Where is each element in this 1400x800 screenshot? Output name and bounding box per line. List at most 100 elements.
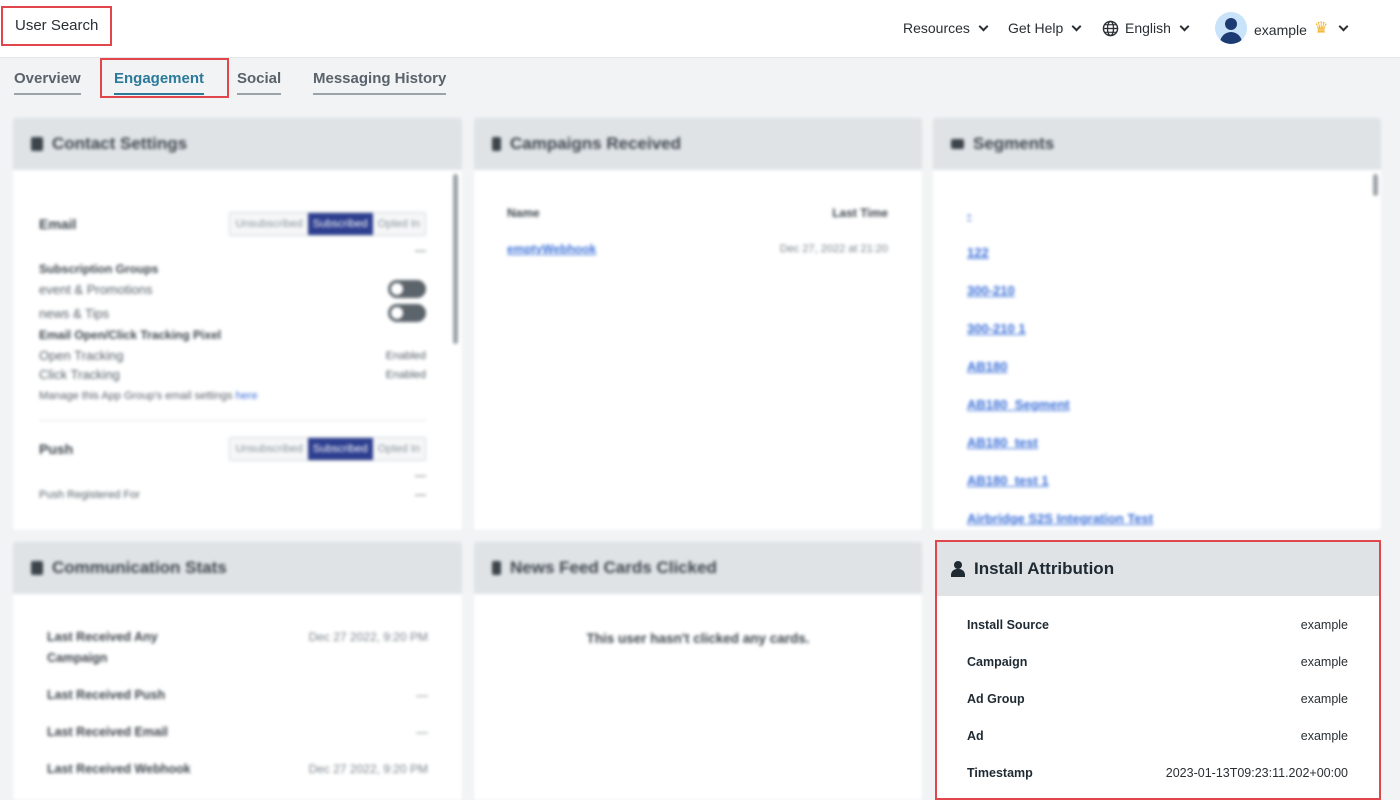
news-feed-title: News Feed Cards Clicked	[510, 558, 717, 577]
email-label: Email	[39, 216, 77, 232]
tab-highlight-box	[100, 58, 229, 98]
column-last-time[interactable]: Last Time	[832, 206, 888, 220]
push-unsubscribed-option[interactable]: Unsubscribed	[230, 438, 308, 460]
contact-settings-header: Contact Settings	[13, 118, 462, 170]
push-registered-row: Push Registered For —	[39, 489, 426, 501]
segment-link[interactable]: AB180_test	[967, 435, 1038, 450]
news-feed-panel: News Feed Cards Clicked This user hasn't…	[474, 542, 922, 800]
campaigns-received-panel: Campaigns Received Name Last Time emptyW…	[474, 118, 922, 530]
segment-link[interactable]: Airbridge S2S Integration Test	[967, 511, 1153, 526]
open-tracking-value: Enabled	[385, 349, 426, 362]
segment-link[interactable]: AB180_test 1	[967, 473, 1049, 488]
push-opted-in-option[interactable]: Opted In	[372, 438, 425, 460]
push-registered-label: Push Registered For	[39, 489, 140, 501]
segments-list: - 122 300-210 300-210 1 AB180 AB180_Segm…	[933, 170, 1381, 530]
segment-link[interactable]: AB180	[967, 359, 1007, 374]
click-tracking-label: Click Tracking	[39, 367, 120, 382]
attribution-value: example	[1300, 655, 1348, 669]
list-item: 122	[967, 244, 1381, 282]
avatar-head	[1225, 18, 1237, 30]
click-tracking-value: Enabled	[385, 368, 426, 381]
contact-settings-body: Email Unsubscribed Subscribed Opted In —…	[13, 212, 462, 501]
list-item: -	[967, 206, 1381, 244]
attribution-label: Timestamp	[967, 766, 1033, 780]
install-attribution-title: Install Attribution	[974, 559, 1115, 578]
click-tracking-row: Click Tracking Enabled	[39, 367, 426, 382]
segment-link[interactable]: 122	[967, 245, 989, 260]
stat-label: Last Received Webhook	[47, 762, 191, 776]
stat-row: Last Received Email —	[47, 722, 428, 759]
get-help-menu[interactable]: Get Help	[1008, 18, 1082, 38]
stat-label: Last Received Push	[47, 688, 166, 702]
attribution-row: Install Source example	[967, 618, 1348, 655]
stat-label: Last Received Email	[47, 725, 168, 739]
subscription-group-switch[interactable]	[388, 280, 426, 298]
stat-row: Last Received Any Campaign Dec 27 2022, …	[47, 627, 428, 685]
chevron-down-icon	[1338, 21, 1349, 31]
phone-icon	[492, 137, 501, 151]
subscription-groups-label: Subscription Groups	[39, 262, 159, 276]
phone-icon	[492, 561, 501, 575]
stat-value: —	[416, 725, 428, 739]
avatar-body	[1220, 32, 1242, 44]
subscription-group-name: news & Tips	[39, 305, 110, 321]
page-title: User Search	[1, 6, 113, 46]
chevron-down-icon	[1179, 21, 1190, 31]
communication-stats-header: Communication Stats	[13, 542, 462, 594]
campaigns-table-header: Name Last Time	[507, 206, 888, 220]
news-feed-empty-text: This user hasn't clicked any cards.	[586, 631, 810, 646]
tab-social[interactable]: Social	[237, 70, 282, 95]
subscription-group-switch[interactable]	[388, 304, 426, 322]
attribution-value: example	[1300, 618, 1348, 632]
email-subscribed-option[interactable]: Subscribed	[307, 213, 373, 235]
campaigns-received-header: Campaigns Received	[474, 118, 922, 170]
list-item: AB180_Segment	[967, 396, 1381, 434]
segment-link[interactable]: 300-210	[967, 283, 1015, 298]
email-opted-in-option[interactable]: Opted In	[372, 213, 425, 235]
email-unsubscribed-option[interactable]: Unsubscribed	[230, 213, 308, 235]
campaigns-received-title: Campaigns Received	[510, 134, 682, 153]
campaigns-table: Name Last Time emptyWebhook Dec 27, 2022…	[474, 170, 922, 256]
push-subscribed-option[interactable]: Subscribed	[307, 438, 373, 460]
manage-email-settings: Manage this App Group's email settings h…	[39, 390, 426, 402]
column-name[interactable]: Name	[507, 206, 540, 220]
avatar[interactable]	[1215, 12, 1247, 44]
attribution-row: Ad example	[967, 729, 1348, 766]
chevron-down-icon	[1071, 21, 1082, 31]
attribution-label: Campaign	[967, 655, 1028, 669]
segment-link[interactable]: AB180_Segment	[967, 397, 1070, 412]
segments-panel: Segments - 122 300-210 300-210 1 AB180 A…	[933, 118, 1381, 530]
resources-menu[interactable]: Resources	[903, 18, 989, 38]
user-menu[interactable]: example	[1254, 20, 1307, 40]
push-subscription-toggle[interactable]: Unsubscribed Subscribed Opted In	[229, 437, 426, 461]
stat-value: Dec 27 2022, 9:20 PM	[308, 762, 428, 776]
chart-icon	[951, 139, 964, 149]
person-icon	[31, 561, 43, 575]
campaign-link[interactable]: emptyWebhook	[507, 242, 596, 256]
tab-messaging-history[interactable]: Messaging History	[313, 70, 447, 95]
contact-settings-panel: Contact Settings Email Unsubscribed Subs…	[13, 118, 462, 530]
stat-value: —	[416, 688, 428, 702]
attribution-row: Campaign example	[967, 655, 1348, 692]
contact-settings-icon	[31, 137, 43, 151]
stat-label: Last Received Any Campaign	[47, 630, 158, 665]
scrollbar[interactable]	[453, 174, 458, 344]
language-label: English	[1125, 20, 1171, 36]
attribution-row: Ad Group example	[967, 692, 1348, 729]
tab-overview[interactable]: Overview	[14, 70, 81, 95]
push-label: Push	[39, 441, 74, 457]
push-value-row: —	[39, 469, 426, 483]
segment-link[interactable]: -	[967, 207, 971, 222]
language-menu[interactable]: English	[1102, 18, 1190, 38]
chevron-down-icon	[978, 21, 989, 31]
manage-email-link[interactable]: here	[236, 390, 258, 402]
resources-label: Resources	[903, 20, 970, 36]
stat-value: Dec 27 2022, 9:20 PM	[308, 630, 428, 644]
segment-link[interactable]: 300-210 1	[967, 321, 1026, 336]
scrollbar[interactable]	[1373, 174, 1378, 196]
attribution-value: 2023-01-13T09:23:11.202+00:00	[1165, 766, 1348, 780]
user-menu-chevron[interactable]	[1336, 18, 1349, 38]
install-attribution-header: Install Attribution	[937, 542, 1379, 596]
email-subscription-toggle[interactable]: Unsubscribed Subscribed Opted In	[229, 212, 426, 236]
campaign-last-time: Dec 27, 2022 at 21:20	[779, 243, 888, 255]
